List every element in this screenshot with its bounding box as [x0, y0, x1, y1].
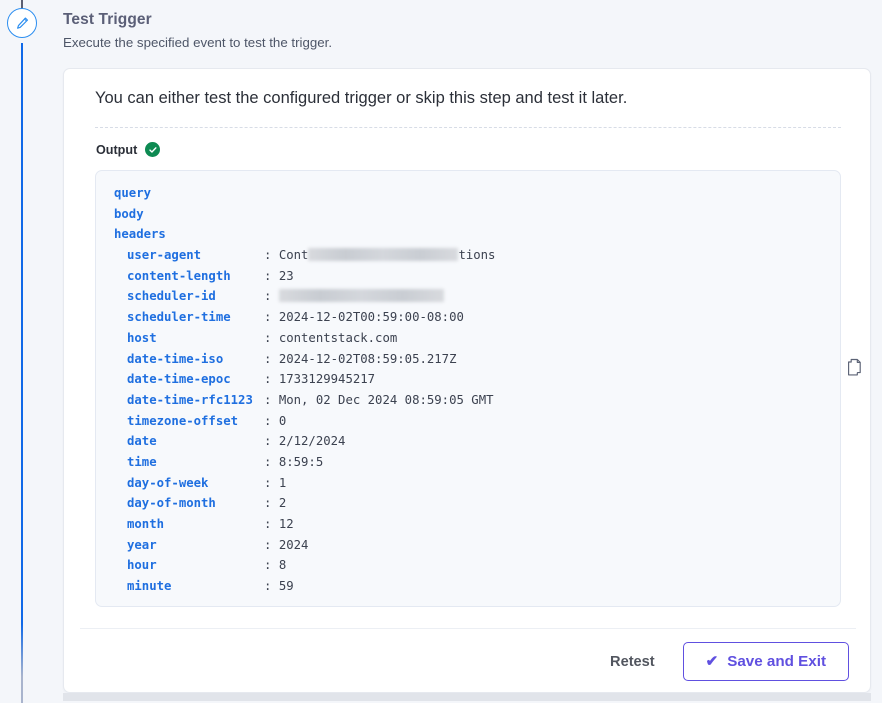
output-row: date-time-rfc1123: Mon, 02 Dec 2024 08:5… — [114, 390, 495, 411]
output-row-key: date-time-epoc — [127, 372, 231, 387]
retest-button[interactable]: Retest — [604, 646, 661, 678]
step-timeline-rail — [0, 0, 45, 703]
output-row-colon: : — [264, 248, 279, 263]
output-row: month: 12 — [114, 514, 495, 535]
output-row-key: scheduler-time — [127, 310, 231, 325]
output-row-colon: : — [264, 268, 279, 283]
output-row-key: scheduler-id — [127, 289, 216, 304]
pencil-icon — [15, 16, 30, 31]
output-header: Output — [96, 142, 161, 157]
check-icon: ✔ — [705, 653, 719, 670]
card-headline: You can either test the configured trigg… — [95, 89, 628, 107]
output-row: day-of-week: 1 — [114, 473, 495, 494]
page-title: Test Trigger — [63, 11, 152, 28]
output-row-key: user-agent — [127, 248, 202, 263]
output-row-colon: : — [264, 517, 279, 531]
output-row-colon: : — [264, 579, 279, 594]
output-row-colon: : — [264, 496, 279, 511]
output-row-key: day-of-week — [127, 475, 209, 490]
output-row-value: 8 — [278, 558, 287, 573]
rail-line-bottom — [21, 43, 23, 703]
output-row-value: Cont — [278, 248, 309, 263]
output-row-colon: : — [264, 434, 279, 449]
output-row-value: 8:59:5 — [278, 454, 324, 469]
output-row: content-length: 23 — [114, 266, 495, 287]
output-row-key: minute — [127, 579, 172, 594]
output-row-colon: : — [264, 392, 279, 407]
output-row-key: content-length — [127, 268, 231, 283]
output-row-value: 12 — [278, 517, 294, 531]
output-row: scheduler-id: — [114, 286, 495, 307]
output-row-key: month — [127, 517, 165, 531]
output-row: hour: 8 — [114, 555, 495, 576]
output-row: timezone-offset: 0 — [114, 411, 495, 432]
step-node-edit[interactable] — [7, 8, 37, 38]
output-row: minute: 59 — [114, 576, 495, 597]
output-section-query: query — [114, 186, 152, 200]
output-row-value: 2024 — [278, 537, 309, 552]
output-code-block[interactable]: query body headers user-agent: Cont tions con… — [95, 170, 841, 607]
page-subtitle: Execute the specified event to test the … — [63, 34, 333, 50]
test-trigger-card: You can either test the configured trigg… — [63, 68, 871, 693]
save-and-exit-label: Save and Exit — [727, 653, 826, 670]
output-row-value: 2 — [278, 496, 287, 511]
output-row-value: 0 — [278, 413, 287, 428]
output-row-value: 1733129945217 — [278, 372, 376, 387]
output-row-value: 1 — [278, 475, 287, 490]
output-section-headers: headers — [114, 227, 166, 242]
output-row-colon: : — [264, 310, 279, 325]
output-row-key: date — [127, 434, 157, 449]
headline-divider — [95, 127, 841, 128]
output-section-body: body — [114, 206, 144, 221]
output-row-colon: : — [264, 558, 279, 573]
redacted-value — [278, 289, 444, 303]
output-row-value: 23 — [278, 268, 294, 283]
output-row: host: contentstack.com — [114, 328, 495, 349]
save-and-exit-button[interactable]: ✔ Save and Exit — [682, 642, 849, 681]
output-row: day-of-month: 2 — [114, 493, 495, 514]
output-row-colon: : — [264, 330, 279, 345]
footer-divider — [80, 628, 856, 629]
output-row: scheduler-time: 2024-12-02T00:59:00-08:0… — [114, 307, 495, 328]
output-code-content: query body headers user-agent: Cont tions con… — [114, 183, 495, 597]
output-row-colon: : — [264, 351, 279, 366]
output-row-value: 2024-12-02T00:59:00-08:00 — [278, 310, 464, 325]
output-row-key: time — [127, 454, 157, 469]
output-row: user-agent: Cont tions — [114, 245, 495, 266]
output-row-colon: : — [264, 454, 279, 469]
copy-icon[interactable] — [845, 357, 863, 377]
output-row-colon: : — [264, 475, 279, 490]
check-circle-icon — [145, 142, 161, 157]
output-row-colon: : — [264, 413, 279, 428]
output-row-key: day-of-month — [127, 496, 216, 511]
output-row-value: Mon, 02 Dec 2024 08:59:05 GMT — [278, 392, 494, 407]
output-row-value: 2024-12-02T08:59:05.217Z — [278, 351, 457, 366]
output-row-key: hour — [127, 558, 157, 573]
output-row: date: 2/12/2024 — [114, 431, 495, 452]
output-row: date-time-iso: 2024-12-02T08:59:05.217Z — [114, 349, 495, 370]
output-row-colon: : — [264, 537, 279, 552]
output-row-value: contentstack.com — [278, 330, 398, 345]
output-row-value: 59 — [278, 579, 294, 594]
output-row-key: date-time-iso — [127, 351, 224, 366]
output-row-colon: : — [264, 289, 279, 304]
card-footer: Retest ✔ Save and Exit — [604, 642, 849, 681]
output-row: date-time-epoc: 1733129945217 — [114, 369, 495, 390]
card-bottom-shadow — [63, 693, 871, 701]
output-label: Output — [96, 142, 138, 157]
output-row-key: year — [127, 537, 157, 552]
output-row-key: host — [127, 330, 157, 345]
output-row: time: 8:59:5 — [114, 452, 495, 473]
output-row-key: timezone-offset — [127, 413, 239, 428]
page-header: Test Trigger Execute the specified event… — [63, 11, 703, 51]
redacted-value — [308, 248, 459, 262]
output-row-value-tail: tions — [458, 248, 496, 263]
output-row: year: 2024 — [114, 535, 495, 556]
output-row-colon: : — [264, 372, 279, 387]
output-row-value: 2/12/2024 — [278, 434, 346, 449]
output-row-key: date-time-rfc1123 — [127, 392, 253, 407]
